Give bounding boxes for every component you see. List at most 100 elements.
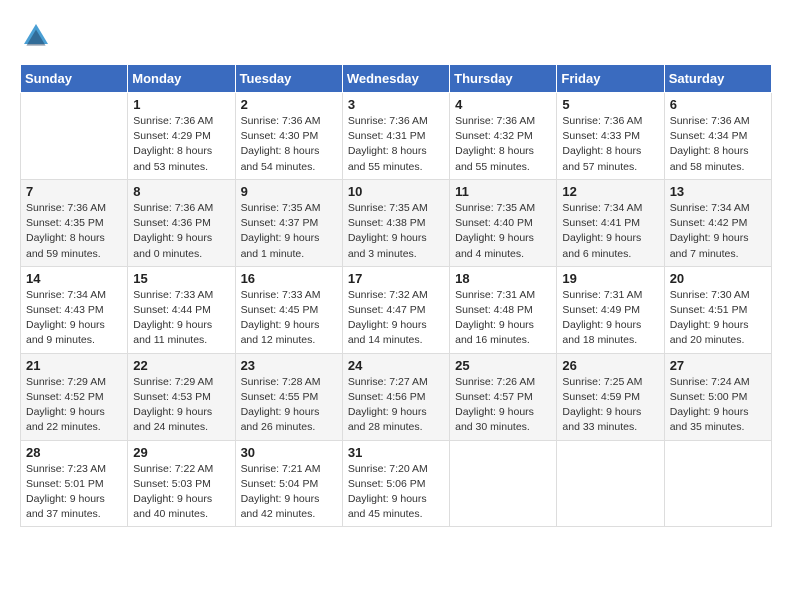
day-number: 5 [562,97,658,112]
weekday-header-saturday: Saturday [664,65,771,93]
day-info: Sunrise: 7:36 AM Sunset: 4:29 PM Dayligh… [133,114,229,175]
day-number: 30 [241,445,337,460]
calendar-cell: 22 Sunrise: 7:29 AM Sunset: 4:53 PM Dayli… [128,353,235,440]
day-number: 10 [348,184,444,199]
day-number: 19 [562,271,658,286]
day-info: Sunrise: 7:35 AM Sunset: 4:40 PM Dayligh… [455,201,551,262]
day-number: 2 [241,97,337,112]
calendar-body: 1 Sunrise: 7:36 AM Sunset: 4:29 PM Daylig… [21,93,772,527]
calendar-cell: 17Sunrise: 7:32 AM Sunset: 4:47 PM Dayli… [342,266,449,353]
calendar-cell [557,440,664,527]
calendar-cell: 20Sunrise: 7:30 AM Sunset: 4:51 PM Dayli… [664,266,771,353]
calendar-header: SundayMondayTuesdayWednesdayThursdayFrid… [21,65,772,93]
day-info: Sunrise: 7:21 AM Sunset: 5:04 PM Dayligh… [241,462,337,523]
day-info: Sunrise: 7:35 AM Sunset: 4:38 PM Dayligh… [348,201,444,262]
day-info: Sunrise: 7:33 AM Sunset: 4:44 PM Dayligh… [133,288,229,349]
day-info: Sunrise: 7:25 AM Sunset: 4:59 PM Dayligh… [562,375,658,436]
calendar-cell: 26 Sunrise: 7:25 AM Sunset: 4:59 PM Dayli… [557,353,664,440]
day-number: 21 [26,358,122,373]
calendar-week-4: 28 Sunrise: 7:23 AM Sunset: 5:01 PM Dayli… [21,440,772,527]
header [20,20,772,52]
day-number: 18 [455,271,551,286]
day-info: Sunrise: 7:36 AM Sunset: 4:34 PM Dayligh… [670,114,766,175]
day-info: Sunrise: 7:29 AM Sunset: 4:52 PM Dayligh… [26,375,122,436]
day-number: 28 [26,445,122,460]
calendar-cell: 13Sunrise: 7:34 AM Sunset: 4:42 PM Dayli… [664,179,771,266]
calendar-cell: 1 Sunrise: 7:36 AM Sunset: 4:29 PM Daylig… [128,93,235,180]
weekday-header-row: SundayMondayTuesdayWednesdayThursdayFrid… [21,65,772,93]
calendar-cell: 8 Sunrise: 7:36 AM Sunset: 4:36 PM Daylig… [128,179,235,266]
calendar-cell [21,93,128,180]
calendar-cell: 11 Sunrise: 7:35 AM Sunset: 4:40 PM Dayli… [450,179,557,266]
weekday-header-tuesday: Tuesday [235,65,342,93]
day-info: Sunrise: 7:36 AM Sunset: 4:36 PM Dayligh… [133,201,229,262]
day-number: 22 [133,358,229,373]
calendar-cell: 18 Sunrise: 7:31 AM Sunset: 4:48 PM Dayli… [450,266,557,353]
calendar-cell: 2 Sunrise: 7:36 AM Sunset: 4:30 PM Daylig… [235,93,342,180]
day-number: 27 [670,358,766,373]
day-number: 29 [133,445,229,460]
calendar-week-0: 1 Sunrise: 7:36 AM Sunset: 4:29 PM Daylig… [21,93,772,180]
calendar-cell: 23 Sunrise: 7:28 AM Sunset: 4:55 PM Dayli… [235,353,342,440]
calendar-cell: 12 Sunrise: 7:34 AM Sunset: 4:41 PM Dayli… [557,179,664,266]
day-info: Sunrise: 7:36 AM Sunset: 4:35 PM Dayligh… [26,201,122,262]
calendar-week-3: 21 Sunrise: 7:29 AM Sunset: 4:52 PM Dayli… [21,353,772,440]
calendar-cell: 16 Sunrise: 7:33 AM Sunset: 4:45 PM Dayli… [235,266,342,353]
calendar-cell: 25 Sunrise: 7:26 AM Sunset: 4:57 PM Dayli… [450,353,557,440]
calendar-cell [450,440,557,527]
calendar-cell: 15 Sunrise: 7:33 AM Sunset: 4:44 PM Dayli… [128,266,235,353]
day-info: Sunrise: 7:27 AM Sunset: 4:56 PM Dayligh… [348,375,444,436]
day-number: 31 [348,445,444,460]
weekday-header-friday: Friday [557,65,664,93]
calendar-cell: 30 Sunrise: 7:21 AM Sunset: 5:04 PM Dayli… [235,440,342,527]
calendar-cell [664,440,771,527]
calendar-cell: 4 Sunrise: 7:36 AM Sunset: 4:32 PM Daylig… [450,93,557,180]
day-number: 6 [670,97,766,112]
day-number: 15 [133,271,229,286]
day-info: Sunrise: 7:33 AM Sunset: 4:45 PM Dayligh… [241,288,337,349]
day-info: Sunrise: 7:34 AM Sunset: 4:43 PM Dayligh… [26,288,122,349]
day-number: 23 [241,358,337,373]
day-number: 13 [670,184,766,199]
day-info: Sunrise: 7:32 AM Sunset: 4:47 PM Dayligh… [348,288,444,349]
calendar-cell: 6 Sunrise: 7:36 AM Sunset: 4:34 PM Daylig… [664,93,771,180]
calendar-cell: 7 Sunrise: 7:36 AM Sunset: 4:35 PM Daylig… [21,179,128,266]
day-number: 1 [133,97,229,112]
day-info: Sunrise: 7:22 AM Sunset: 5:03 PM Dayligh… [133,462,229,523]
day-info: Sunrise: 7:26 AM Sunset: 4:57 PM Dayligh… [455,375,551,436]
calendar-week-2: 14Sunrise: 7:34 AM Sunset: 4:43 PM Dayli… [21,266,772,353]
day-info: Sunrise: 7:23 AM Sunset: 5:01 PM Dayligh… [26,462,122,523]
day-number: 26 [562,358,658,373]
day-info: Sunrise: 7:31 AM Sunset: 4:48 PM Dayligh… [455,288,551,349]
calendar-cell: 31Sunrise: 7:20 AM Sunset: 5:06 PM Dayli… [342,440,449,527]
calendar-cell: 9Sunrise: 7:35 AM Sunset: 4:37 PM Daylig… [235,179,342,266]
day-number: 8 [133,184,229,199]
day-info: Sunrise: 7:29 AM Sunset: 4:53 PM Dayligh… [133,375,229,436]
day-info: Sunrise: 7:31 AM Sunset: 4:49 PM Dayligh… [562,288,658,349]
day-info: Sunrise: 7:36 AM Sunset: 4:33 PM Dayligh… [562,114,658,175]
calendar-week-1: 7 Sunrise: 7:36 AM Sunset: 4:35 PM Daylig… [21,179,772,266]
day-number: 24 [348,358,444,373]
page: SundayMondayTuesdayWednesdayThursdayFrid… [0,0,792,537]
day-info: Sunrise: 7:34 AM Sunset: 4:41 PM Dayligh… [562,201,658,262]
day-number: 12 [562,184,658,199]
calendar-cell: 14Sunrise: 7:34 AM Sunset: 4:43 PM Dayli… [21,266,128,353]
day-number: 7 [26,184,122,199]
calendar-cell: 5 Sunrise: 7:36 AM Sunset: 4:33 PM Daylig… [557,93,664,180]
weekday-header-monday: Monday [128,65,235,93]
calendar-cell: 28 Sunrise: 7:23 AM Sunset: 5:01 PM Dayli… [21,440,128,527]
day-info: Sunrise: 7:36 AM Sunset: 4:31 PM Dayligh… [348,114,444,175]
calendar-table: SundayMondayTuesdayWednesdayThursdayFrid… [20,64,772,527]
calendar-cell: 21 Sunrise: 7:29 AM Sunset: 4:52 PM Dayli… [21,353,128,440]
calendar-cell: 10 Sunrise: 7:35 AM Sunset: 4:38 PM Dayli… [342,179,449,266]
calendar-cell: 24 Sunrise: 7:27 AM Sunset: 4:56 PM Dayli… [342,353,449,440]
day-number: 11 [455,184,551,199]
logo-icon [20,20,52,52]
day-number: 4 [455,97,551,112]
day-info: Sunrise: 7:28 AM Sunset: 4:55 PM Dayligh… [241,375,337,436]
day-number: 25 [455,358,551,373]
day-info: Sunrise: 7:36 AM Sunset: 4:30 PM Dayligh… [241,114,337,175]
day-info: Sunrise: 7:36 AM Sunset: 4:32 PM Dayligh… [455,114,551,175]
day-number: 16 [241,271,337,286]
day-number: 3 [348,97,444,112]
